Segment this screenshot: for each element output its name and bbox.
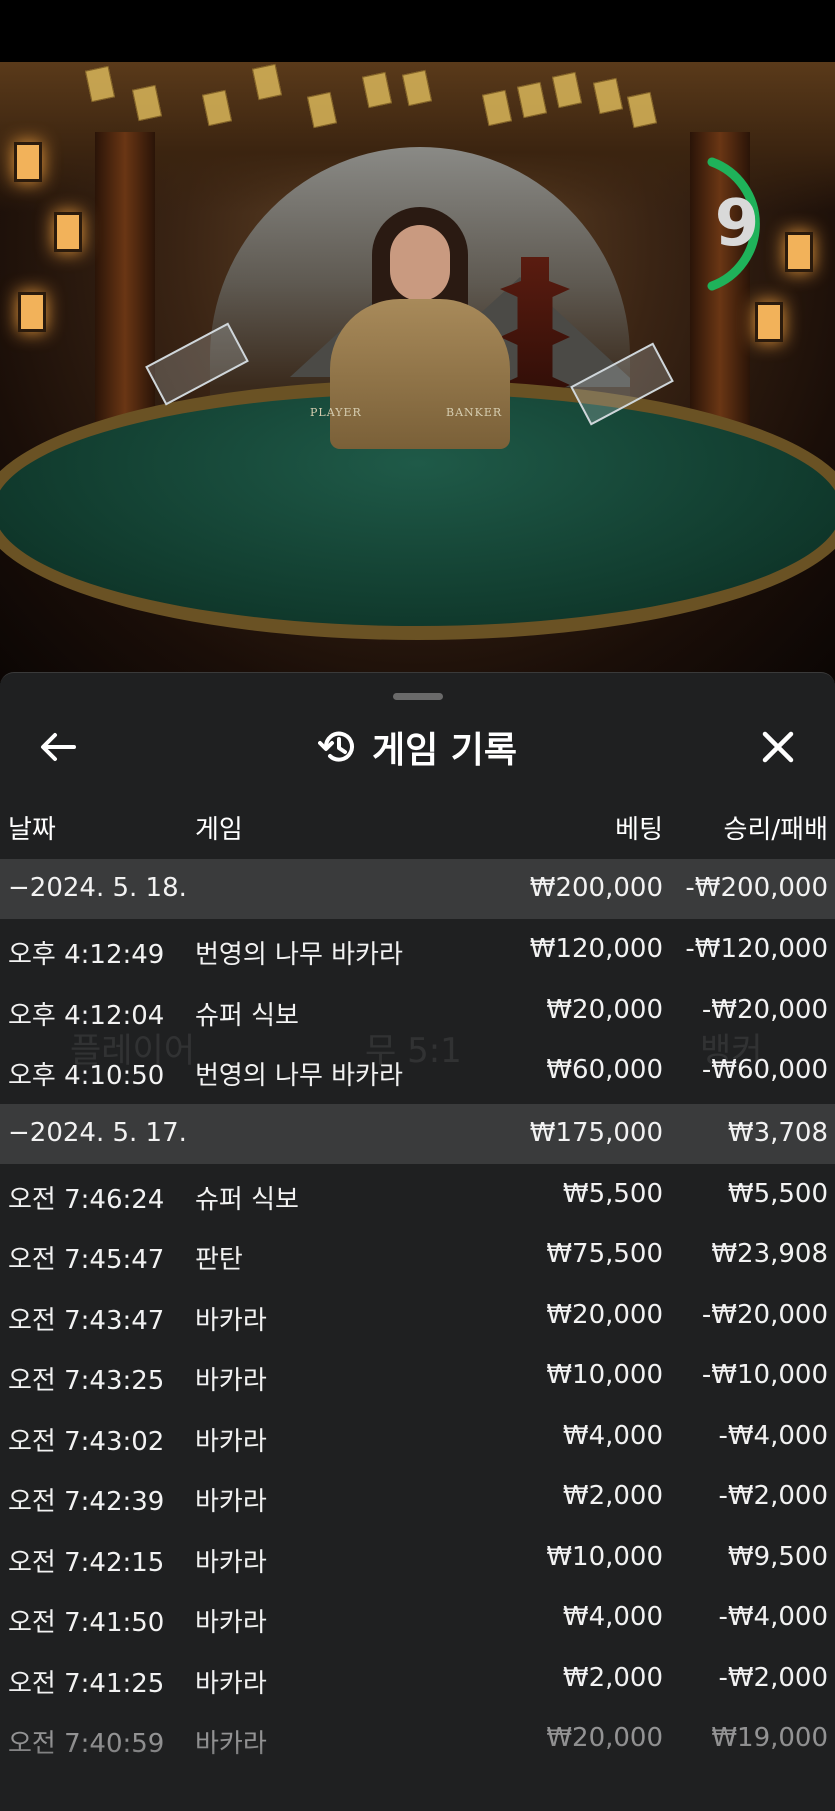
row-bet: ₩75,500 bbox=[546, 1239, 663, 1269]
row-time: 오전 7:41:25 bbox=[8, 1668, 165, 1699]
row-win: ₩9,500 bbox=[727, 1541, 828, 1572]
countdown-timer: 9 bbox=[692, 154, 802, 291]
row-game: 바카라 bbox=[195, 1608, 267, 1638]
column-date: 날짜 bbox=[8, 815, 56, 845]
sheet-title-group: 게임 기록 bbox=[0, 725, 835, 771]
history-row[interactable]: 오전 7:41:25 바카라 ₩2,000 -₩2,000 bbox=[0, 1649, 835, 1710]
close-icon bbox=[762, 731, 794, 763]
date-group-row[interactable]: −2024. 5. 17. ₩175,000 ₩3,708 bbox=[0, 1103, 835, 1164]
column-win-loss: 승리/패배 bbox=[723, 815, 828, 845]
group-total-bet: ₩175,000 bbox=[529, 1117, 663, 1148]
row-bet: ₩120,000 bbox=[529, 934, 663, 964]
felt-banker-label: BANKER bbox=[446, 406, 503, 419]
history-row[interactable]: 오전 7:43:02 바카라 ₩4,000 -₩4,000 bbox=[0, 1407, 835, 1468]
row-win: -₩10,000 bbox=[701, 1360, 828, 1390]
lantern bbox=[54, 212, 82, 252]
row-time: 오전 7:43:25 bbox=[8, 1366, 165, 1396]
lantern bbox=[14, 142, 42, 182]
row-game: 번영의 나무 바카라 bbox=[195, 1061, 403, 1091]
row-bet: ₩10,000 bbox=[546, 1360, 663, 1390]
history-row[interactable]: 오후 4:10:50 번영의 나무 바카라 ₩60,000 -₩60,000 bbox=[0, 1041, 835, 1102]
group-total-win: ₩3,708 bbox=[727, 1117, 828, 1148]
group-total-win: -₩200,000 bbox=[685, 873, 828, 903]
row-win: -₩60,000 bbox=[701, 1055, 828, 1085]
row-bet: ₩2,000 bbox=[562, 1481, 663, 1511]
row-time: 오후 4:12:49 bbox=[8, 940, 165, 970]
history-row[interactable]: 오전 7:43:25 바카라 ₩10,000 -₩10,000 bbox=[0, 1346, 835, 1407]
row-game: 바카라 bbox=[195, 1305, 267, 1336]
date-group-row[interactable]: −2024. 5. 18. ₩200,000 -₩200,000 bbox=[0, 859, 835, 919]
row-win: ₩5,500 bbox=[727, 1178, 828, 1209]
row-bet: ₩5,500 bbox=[562, 1178, 663, 1209]
row-time: 오전 7:41:50 bbox=[8, 1608, 165, 1638]
sheet-header: 게임 기록 bbox=[0, 705, 835, 785]
history-row[interactable]: 오전 7:41:50 바카라 ₩4,000 -₩4,000 bbox=[0, 1588, 835, 1649]
row-bet: ₩4,000 bbox=[562, 1602, 663, 1632]
row-game: 번영의 나무 바카라 bbox=[195, 940, 403, 970]
row-bet: ₩10,000 bbox=[546, 1541, 663, 1572]
dealer-face bbox=[390, 225, 450, 301]
history-row[interactable]: 오전 7:46:24 슈퍼 식보 ₩5,500 ₩5,500 bbox=[0, 1165, 835, 1226]
drag-handle[interactable] bbox=[393, 693, 443, 700]
history-row[interactable]: 오전 7:42:39 바카라 ₩2,000 -₩2,000 bbox=[0, 1467, 835, 1528]
row-game: 바카라 bbox=[195, 1668, 267, 1699]
row-bet: ₩20,000 bbox=[546, 1299, 663, 1330]
history-row[interactable]: 오전 7:42:15 바카라 ₩10,000 ₩9,500 bbox=[0, 1528, 835, 1589]
row-win: -₩4,000 bbox=[718, 1420, 828, 1451]
row-win: -₩120,000 bbox=[685, 934, 828, 964]
history-list: −2024. 5. 18. ₩200,000 -₩200,000 오후 4:12… bbox=[0, 859, 835, 1770]
group-date: −2024. 5. 17. bbox=[8, 1117, 187, 1148]
row-time: 오후 4:12:04 bbox=[8, 1000, 165, 1031]
history-row[interactable]: 오전 7:45:47 판탄 ₩75,500 ₩23,908 bbox=[0, 1225, 835, 1286]
row-win: -₩2,000 bbox=[718, 1662, 828, 1693]
row-time: 오전 7:43:47 bbox=[8, 1305, 165, 1336]
row-bet: ₩20,000 bbox=[546, 994, 663, 1025]
lantern bbox=[755, 302, 783, 342]
status-bar bbox=[0, 0, 835, 62]
row-game: 바카라 bbox=[195, 1547, 267, 1578]
history-row[interactable]: 오전 7:43:47 바카라 ₩20,000 -₩20,000 bbox=[0, 1286, 835, 1347]
row-game: 바카라 bbox=[195, 1487, 267, 1517]
row-game: 슈퍼 식보 bbox=[195, 1000, 299, 1031]
row-win: -₩2,000 bbox=[718, 1481, 828, 1511]
game-history-sheet: 플레이어 무 5:1 뱅커 게임 기록 날짜 게임 베팅 승리/패배 −2024… bbox=[0, 672, 835, 1811]
row-time: 오전 7:46:24 bbox=[8, 1184, 165, 1215]
row-bet: ₩4,000 bbox=[562, 1420, 663, 1451]
sheet-title: 게임 기록 bbox=[371, 730, 517, 771]
dealer-body bbox=[330, 299, 510, 449]
column-game: 게임 bbox=[195, 815, 243, 845]
felt-player-label: PLAYER bbox=[310, 406, 362, 419]
row-win: -₩4,000 bbox=[718, 1602, 828, 1632]
group-total-bet: ₩200,000 bbox=[529, 873, 663, 903]
column-bet: 베팅 bbox=[615, 815, 663, 845]
lantern bbox=[18, 292, 46, 332]
row-game: 슈퍼 식보 bbox=[195, 1184, 299, 1215]
row-bet: ₩2,000 bbox=[562, 1662, 663, 1693]
row-time: 오전 7:45:47 bbox=[8, 1245, 165, 1275]
group-date: −2024. 5. 18. bbox=[8, 873, 187, 903]
history-row[interactable]: 오후 4:12:04 슈퍼 식보 ₩20,000 -₩20,000 bbox=[0, 981, 835, 1042]
row-game: 판탄 bbox=[195, 1245, 243, 1275]
row-game: 바카라 bbox=[195, 1426, 267, 1457]
history-icon bbox=[317, 731, 354, 762]
table-header: 날짜 게임 베팅 승리/패배 bbox=[0, 795, 835, 853]
row-win: ₩23,908 bbox=[711, 1239, 828, 1269]
row-time: 오전 7:42:39 bbox=[8, 1487, 165, 1517]
row-time: 오후 4:10:50 bbox=[8, 1061, 165, 1091]
row-time: 오전 7:42:15 bbox=[8, 1547, 165, 1578]
close-button[interactable] bbox=[756, 725, 800, 769]
scroll-fade bbox=[0, 1741, 835, 1811]
history-row[interactable]: 오후 4:12:49 번영의 나무 바카라 ₩120,000 -₩120,000 bbox=[0, 920, 835, 981]
row-time: 오전 7:43:02 bbox=[8, 1426, 165, 1457]
row-game: 바카라 bbox=[195, 1366, 267, 1396]
row-win: -₩20,000 bbox=[701, 1299, 828, 1330]
countdown-number: 9 bbox=[714, 187, 760, 261]
row-win: -₩20,000 bbox=[701, 994, 828, 1025]
live-video: PLAYER BANKER 9 bbox=[0, 62, 835, 682]
row-bet: ₩60,000 bbox=[546, 1055, 663, 1085]
